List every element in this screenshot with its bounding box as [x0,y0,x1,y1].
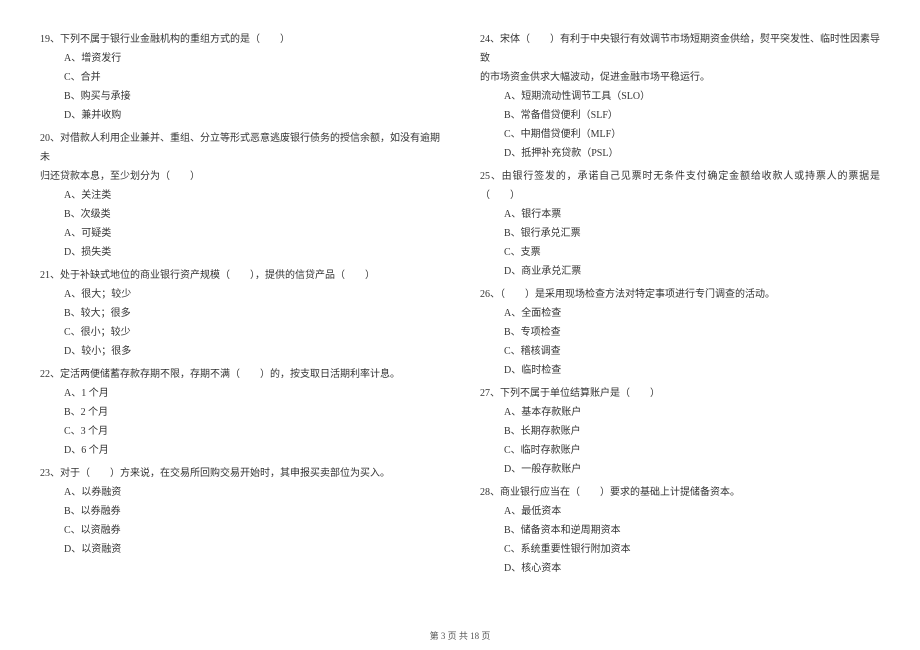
option: C、临时存款账户 [504,441,880,460]
option: C、3 个月 [64,422,440,441]
option: C、支票 [504,243,880,262]
question-20: 20、对借款人利用企业兼并、重组、分立等形式恶意逃废银行债务的授信余额，如没有逾… [40,129,440,262]
options-list: A、增资发行 C、合并 B、购买与承接 D、兼并收购 [40,49,440,125]
option: B、专项检查 [504,323,880,342]
option: A、很大；较少 [64,285,440,304]
question-text: 20、对借款人利用企业兼并、重组、分立等形式恶意逃废银行债务的授信余额，如没有逾… [40,129,440,167]
option: B、银行承兑汇票 [504,224,880,243]
option: B、储备资本和逆周期资本 [504,521,880,540]
question-continuation: 归还贷款本息，至少划分为（ ） [40,167,440,186]
page-footer: 第 3 页 共 18 页 [0,629,920,642]
option: B、2 个月 [64,403,440,422]
option: C、稽核调查 [504,342,880,361]
options-list: A、1 个月 B、2 个月 C、3 个月 D、6 个月 [40,384,440,460]
options-list: A、以券融资 B、以券融券 C、以资融券 D、以资融资 [40,483,440,559]
options-list: A、基本存款账户 B、长期存款账户 C、临时存款账户 D、一般存款账户 [480,403,880,479]
question-text: 19、下列不属于银行业金融机构的重组方式的是（ ） [40,30,440,49]
option: D、以资融资 [64,540,440,559]
question-24: 24、宋体（ ）有利于中央银行有效调节市场短期资金供给，熨平突发性、临时性因素导… [480,30,880,163]
question-28: 28、商业银行应当在（ ）要求的基础上计提储备资本。 A、最低资本 B、储备资本… [480,483,880,578]
question-19: 19、下列不属于银行业金融机构的重组方式的是（ ） A、增资发行 C、合并 B、… [40,30,440,125]
option: A、短期流动性调节工具（SLO） [504,87,880,106]
option: A、基本存款账户 [504,403,880,422]
option: C、很小；较少 [64,323,440,342]
option: C、中期借贷便利（MLF） [504,125,880,144]
option: B、长期存款账户 [504,422,880,441]
option: D、一般存款账户 [504,460,880,479]
option: C、以资融券 [64,521,440,540]
option: B、常备借贷便利（SLF） [504,106,880,125]
option: C、合并 [64,68,440,87]
left-column: 19、下列不属于银行业金融机构的重组方式的是（ ） A、增资发行 C、合并 B、… [40,30,440,610]
option: A、银行本票 [504,205,880,224]
options-list: A、银行本票 B、银行承兑汇票 C、支票 D、商业承兑汇票 [480,205,880,281]
question-text: 27、下列不属于单位结算账户是（ ） [480,384,880,403]
options-list: A、关注类 B、次级类 A、可疑类 D、损失类 [40,186,440,262]
option: A、全面检查 [504,304,880,323]
option: D、抵押补充贷款（PSL） [504,144,880,163]
option: C、系统重要性银行附加资本 [504,540,880,559]
question-21: 21、处于补缺式地位的商业银行资产规模（ ），提供的信贷产品（ ） A、很大；较… [40,266,440,361]
option: A、最低资本 [504,502,880,521]
option: D、核心资本 [504,559,880,578]
question-text: 22、定活两便储蓄存款存期不限，存期不满（ ）的，按支取日活期利率计息。 [40,365,440,384]
options-list: A、短期流动性调节工具（SLO） B、常备借贷便利（SLF） C、中期借贷便利（… [480,87,880,163]
option: A、1 个月 [64,384,440,403]
question-text: 28、商业银行应当在（ ）要求的基础上计提储备资本。 [480,483,880,502]
option: D、商业承兑汇票 [504,262,880,281]
option: B、次级类 [64,205,440,224]
question-27: 27、下列不属于单位结算账户是（ ） A、基本存款账户 B、长期存款账户 C、临… [480,384,880,479]
question-text: 21、处于补缺式地位的商业银行资产规模（ ），提供的信贷产品（ ） [40,266,440,285]
question-continuation: 的市场资金供求大幅波动，促进金融市场平稳运行。 [480,68,880,87]
option: D、损失类 [64,243,440,262]
question-text: 25、由银行签发的，承诺自己见票时无条件支付确定金额给收款人或持票人的票据是（ … [480,167,880,205]
option: B、购买与承接 [64,87,440,106]
option: A、关注类 [64,186,440,205]
options-list: A、最低资本 B、储备资本和逆周期资本 C、系统重要性银行附加资本 D、核心资本 [480,502,880,578]
option: D、兼并收购 [64,106,440,125]
question-text: 24、宋体（ ）有利于中央银行有效调节市场短期资金供给，熨平突发性、临时性因素导… [480,30,880,68]
option: B、较大；很多 [64,304,440,323]
question-text: 23、对于（ ）方来说，在交易所回购交易开始时，其申报买卖部位为买入。 [40,464,440,483]
question-23: 23、对于（ ）方来说，在交易所回购交易开始时，其申报买卖部位为买入。 A、以券… [40,464,440,559]
question-text: 26、（ ）是采用现场检查方法对特定事项进行专门调查的活动。 [480,285,880,304]
option: A、增资发行 [64,49,440,68]
option: D、6 个月 [64,441,440,460]
option: B、以券融券 [64,502,440,521]
right-column: 24、宋体（ ）有利于中央银行有效调节市场短期资金供给，熨平突发性、临时性因素导… [480,30,880,610]
question-25: 25、由银行签发的，承诺自己见票时无条件支付确定金额给收款人或持票人的票据是（ … [480,167,880,281]
content-columns: 19、下列不属于银行业金融机构的重组方式的是（ ） A、增资发行 C、合并 B、… [40,30,880,610]
option: A、以券融资 [64,483,440,502]
question-22: 22、定活两便储蓄存款存期不限，存期不满（ ）的，按支取日活期利率计息。 A、1… [40,365,440,460]
options-list: A、全面检查 B、专项检查 C、稽核调查 D、临时检查 [480,304,880,380]
option: A、可疑类 [64,224,440,243]
options-list: A、很大；较少 B、较大；很多 C、很小；较少 D、较小；很多 [40,285,440,361]
option: D、较小；很多 [64,342,440,361]
option: D、临时检查 [504,361,880,380]
question-26: 26、（ ）是采用现场检查方法对特定事项进行专门调查的活动。 A、全面检查 B、… [480,285,880,380]
